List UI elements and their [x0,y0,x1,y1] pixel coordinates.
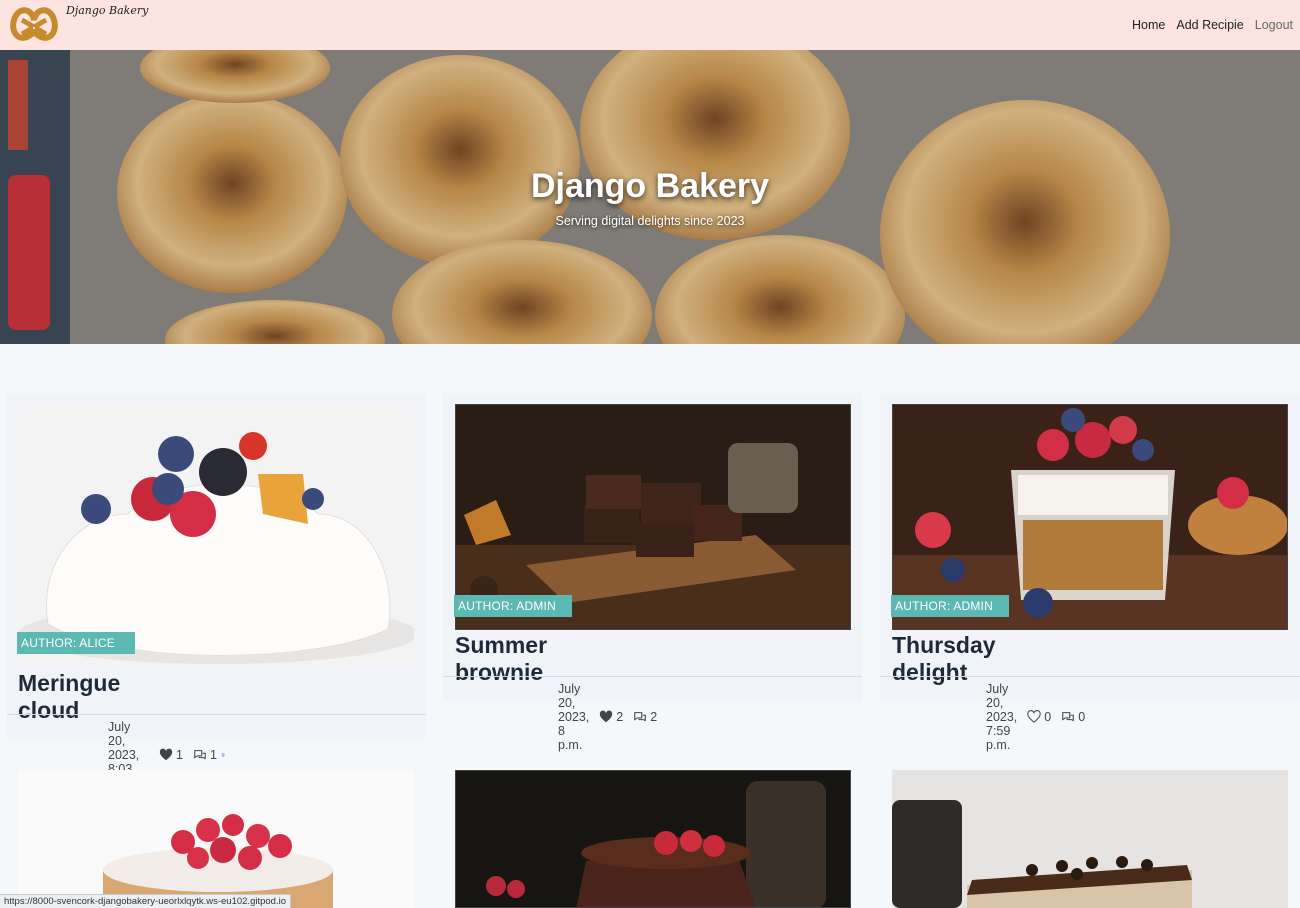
comments-icon [634,712,647,722]
comment-count[interactable]: 2 [633,710,657,724]
comment-count[interactable]: 0 [1061,710,1085,724]
comment-count-value: 2 [650,710,658,724]
nav-links: Home Add Recipie Logout [1132,18,1293,32]
author-badge: AUTHOR: ALICE [17,632,135,654]
browser-status-url: https://8000-svencork-djangobakery-ueorl… [0,894,291,908]
author-badge: AUTHOR: ADMIN [454,595,572,617]
card-divider [7,714,426,715]
heart-filled-icon [159,748,173,761]
pretzel-logo-icon [10,7,58,41]
nav-logout-link[interactable]: Logout [1255,18,1293,32]
brand-link[interactable]: Django Bakery [8,2,148,44]
post-title[interactable]: Summer brownie [455,632,547,686]
like-count-value: 2 [616,710,624,724]
post-date: July 20, 2023, 8 p.m. [558,682,590,752]
hero-title: Django Bakery [530,167,770,205]
nav-add-recipe-link[interactable]: Add Recipie [1176,18,1243,32]
like-count[interactable]: 2 [599,710,623,724]
heart-outline-icon [1027,710,1041,723]
post-image[interactable] [18,770,414,908]
like-count[interactable]: 1 [159,748,183,762]
card-divider [443,676,862,677]
post-title[interactable]: Thursday delight [892,632,996,686]
hero-subtitle: Serving digital delights since 2023 [555,214,745,228]
post-image[interactable] [455,770,851,908]
post-meta: July 20, 2023, 7:59 p.m. 0 0 [986,682,1085,752]
comments-icon [1062,712,1075,722]
like-count-value: 0 [1044,710,1052,724]
brand-name: Django Bakery [66,4,149,17]
raspberry-cake-image [18,770,414,908]
post-image[interactable] [18,404,414,667]
like-count[interactable]: 0 [1027,710,1051,724]
card-divider [880,676,1300,677]
comments-icon [194,750,206,760]
post-date: July 20, 2023, 7:59 p.m. [986,682,1018,752]
tiramisu-image [892,770,1288,908]
comment-count[interactable]: 1 [193,748,217,762]
comment-count-value: 0 [1078,710,1086,724]
comment-count-value: 1 [209,748,217,762]
author-badge: AUTHOR: ADMIN [891,595,1009,617]
hero-banner: Django Bakery Serving digital delights s… [0,50,1300,344]
post-title[interactable]: Meringue cloud [18,670,120,724]
post-meta: July 20, 2023, 8 p.m. 2 2 [558,682,657,752]
meringue-cake-image [18,404,414,667]
heart-filled-icon [600,710,613,723]
like-count-value: 1 [175,748,183,762]
navbar: Django Bakery Home Add Recipie Logout [0,0,1300,50]
trash-icon[interactable] [221,748,225,762]
chocolate-cake-image [456,771,850,907]
nav-home-link[interactable]: Home [1132,18,1165,32]
post-image[interactable] [892,770,1288,908]
